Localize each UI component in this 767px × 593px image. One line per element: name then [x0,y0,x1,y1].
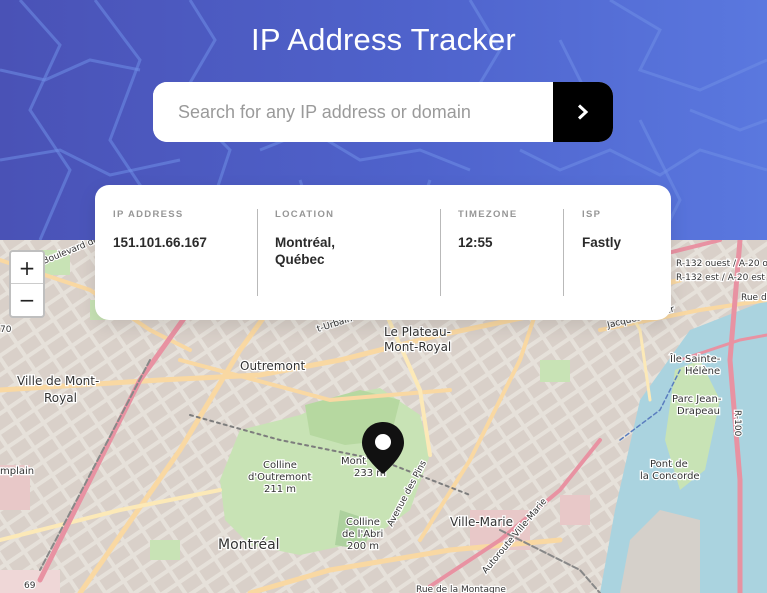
map-label: Ville-Marie [450,515,513,529]
map-label: 211 m [264,484,296,495]
map-label: Le Plateau- [384,325,451,339]
zoom-in-button[interactable]: + [11,252,43,284]
search-submit-button[interactable] [553,82,613,142]
map-label: R-132 ouest / A-20 ou [676,259,767,269]
timezone-section: TIMEZONE 12:55 [458,209,558,320]
ip-info-card: IP ADDRESS 151.101.66.167 LOCATION Montr… [95,185,671,320]
divider [563,209,564,296]
location-pin-icon[interactable] [360,420,406,476]
location-label: LOCATION [275,209,335,220]
map-label: Colline [263,460,297,471]
isp-value: Fastly [582,235,622,250]
map-label: Mont-Royal [384,340,451,354]
map-label: Drapeau [677,406,720,417]
timezone-value: 12:55 [458,235,493,250]
isp-label: ISP [582,209,602,220]
map-label: Colline [346,517,380,528]
map-label: Rue de la Montagne [416,585,506,593]
divider [440,209,441,296]
map-label: 70 [0,325,12,335]
location-value-line2: Québec [275,252,325,267]
page-title: IP Address Tracker [251,22,516,57]
map-label: Île Sainte- [669,352,721,365]
search-input[interactable] [153,82,553,142]
map-zoom-control: + − [9,250,45,318]
isp-section: ISP Fastly [582,209,662,320]
map-label: Royal [44,391,77,405]
zoom-out-button[interactable]: − [11,284,43,315]
location-section: LOCATION Montréal, Québec [275,209,435,320]
map-label: la Concorde [640,471,700,482]
map-label: 69 [24,581,36,591]
map-label: Outremont [240,359,305,373]
search-bar [153,82,613,142]
timezone-label: TIMEZONE [458,209,518,220]
map-label: Parc Jean- [672,394,722,405]
ip-address-section: IP ADDRESS 151.101.66.167 [113,209,253,320]
map-label: de l'Abri [342,529,383,540]
map-label: R-100 [732,410,742,437]
chevron-right-icon [577,104,589,120]
map-label: 200 m [347,541,379,552]
map-label: Montréal [218,537,280,553]
map-label: Rue de [741,293,767,303]
location-value-line1: Montréal, [275,235,336,250]
map-label: mplain [0,466,34,477]
ip-address-value: 151.101.66.167 [113,235,207,250]
map-label: Hélène [685,365,720,377]
map-label: d'Outremont [248,472,311,483]
map-label: R-132 est / A-20 est [676,273,765,283]
map-label: Ville de Mont- [17,374,99,388]
divider [257,209,258,296]
ip-address-label: IP ADDRESS [113,209,184,220]
map-label: Pont de [650,459,688,470]
